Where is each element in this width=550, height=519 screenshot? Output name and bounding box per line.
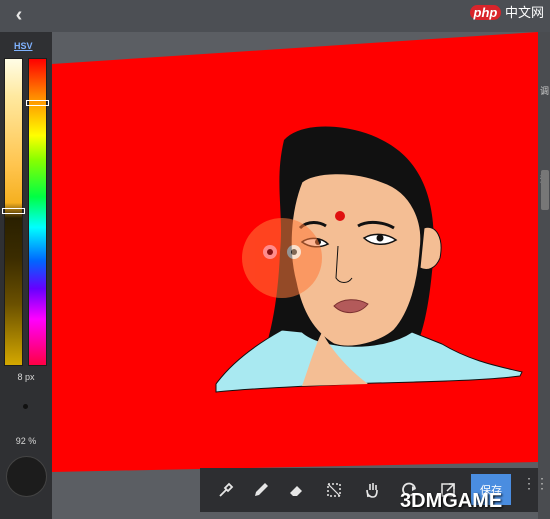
watermark-text: 中文网 — [504, 5, 544, 20]
current-color-swatch[interactable] — [6, 456, 47, 497]
toolbar-grip-icon[interactable]: ⋮⋮ — [522, 476, 549, 500]
color-mode-toggle[interactable]: HSV — [14, 41, 33, 51]
paint-dot — [207, 397, 225, 415]
top-bar: ‹ php 中文网 — [0, 0, 550, 32]
drawing-canvas[interactable] — [52, 32, 538, 519]
watermark-3dmgame: 3DMGAME — [400, 490, 503, 512]
adjust-tab[interactable]: 调 — [540, 84, 549, 97]
forehead-dot — [335, 211, 345, 221]
pen-icon[interactable] — [249, 478, 273, 502]
watermark-php: php — [469, 5, 502, 20]
right-side-panel: 调 效 — [538, 32, 550, 519]
chevron-left-icon[interactable]: ‹ — [8, 4, 30, 26]
hue-handle[interactable] — [26, 100, 49, 106]
selection-icon[interactable] — [322, 478, 346, 502]
brush-size-preview — [23, 404, 28, 409]
saturation-value-handle[interactable] — [2, 208, 25, 214]
right-pupil — [376, 234, 384, 242]
artwork — [52, 32, 538, 472]
hand-icon[interactable] — [360, 478, 384, 502]
opacity-label[interactable]: 92 % — [0, 436, 52, 446]
eyedropper-icon[interactable] — [214, 478, 238, 502]
mascot-watermark — [242, 218, 322, 298]
watermark-logo: php 中文网 — [469, 2, 544, 21]
eraser-icon[interactable] — [284, 478, 308, 502]
brush-size-label[interactable]: 8 px — [0, 372, 52, 382]
scrollbar[interactable] — [541, 170, 549, 210]
